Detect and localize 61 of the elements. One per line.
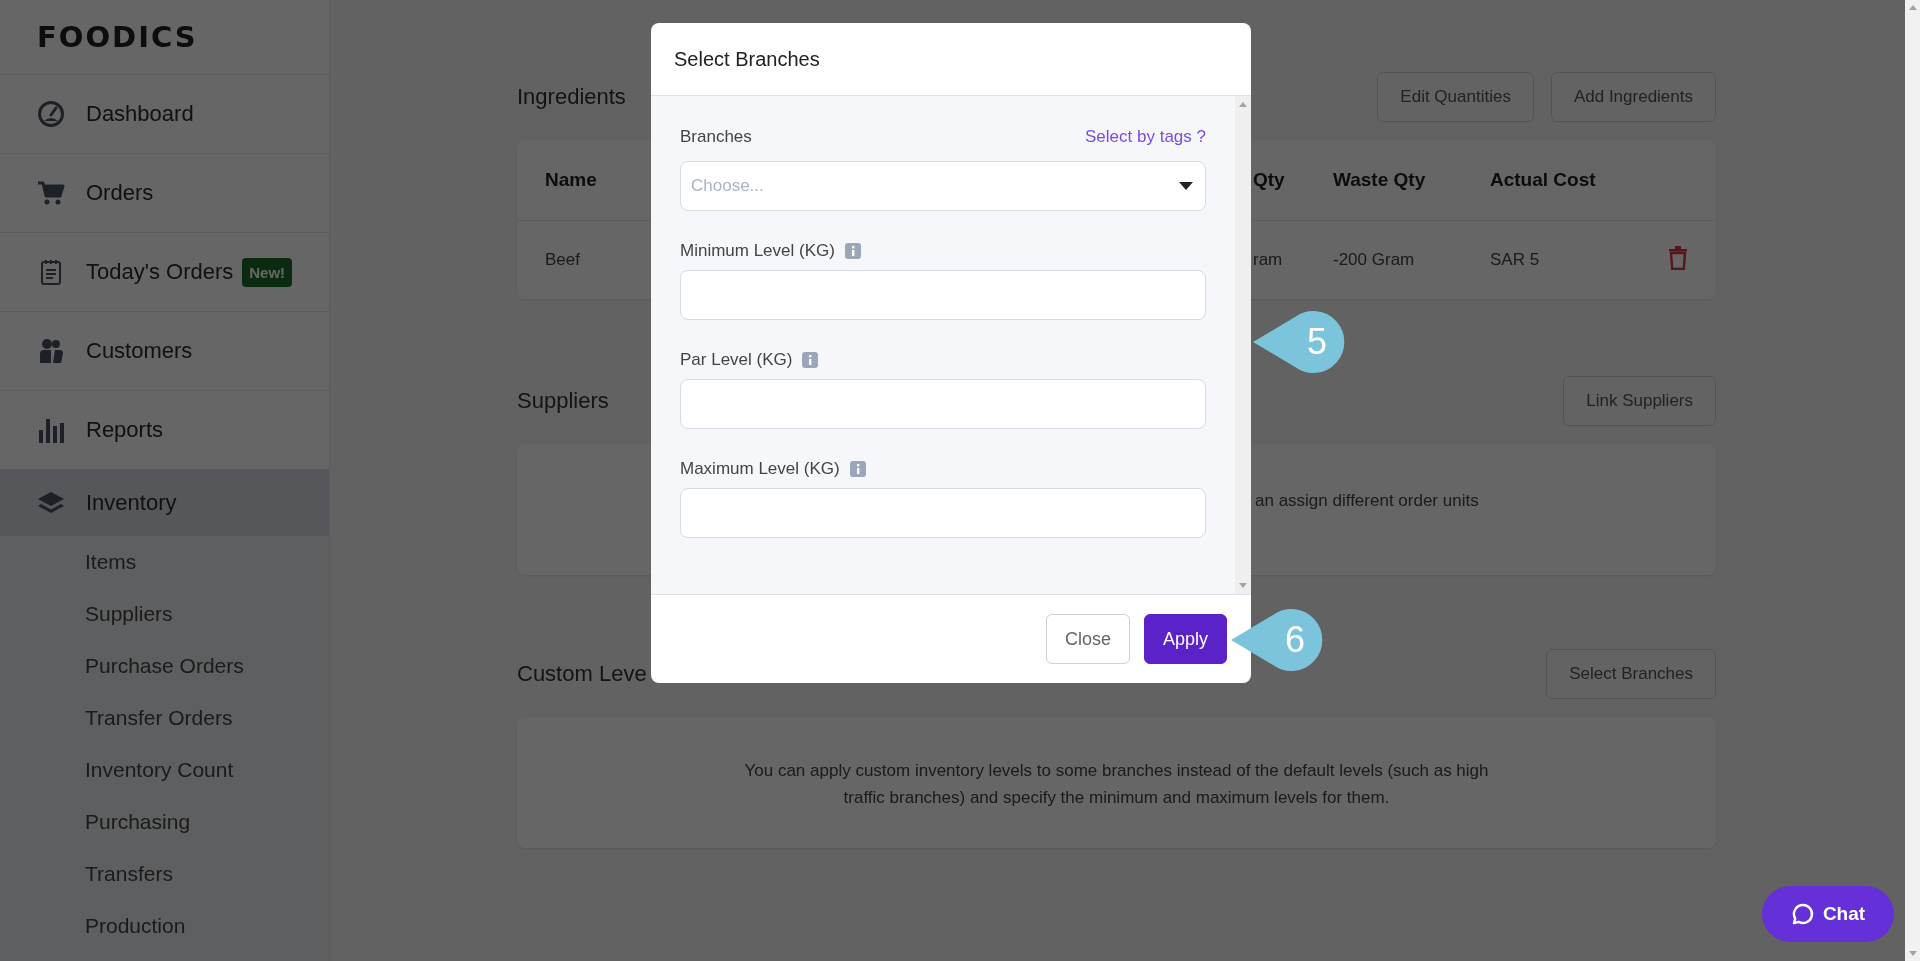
action-button[interactable]: Select Branches bbox=[1546, 649, 1716, 699]
field-label: Maximum Level (KG) bbox=[680, 459, 840, 479]
table-cell: Beef bbox=[545, 250, 580, 270]
field-label: Minimum Level (KG) bbox=[680, 241, 835, 261]
sidebar-subitem[interactable]: Production bbox=[0, 900, 329, 952]
gauge-icon bbox=[37, 100, 65, 128]
apply-button[interactable]: Apply bbox=[1143, 614, 1227, 664]
section-title: Custom Leve bbox=[517, 661, 647, 687]
logo: FOODICS bbox=[37, 20, 198, 54]
info-text: You can apply custom inventory levels to some branches instead of the default levels (such as high traffic branches) and specify the minimum and maximum levels for them. bbox=[743, 760, 1490, 809]
sidebar-item[interactable]: Customers bbox=[0, 312, 329, 391]
column-header: Actual Cost bbox=[1490, 169, 1596, 191]
sidebar-subitem[interactable]: Suppliers bbox=[0, 588, 329, 640]
action-button[interactable]: Add Ingredients bbox=[1550, 72, 1716, 122]
dialog-title: Select Branches bbox=[674, 47, 820, 71]
field-label: Branches bbox=[680, 127, 752, 147]
section-title: Ingredients bbox=[517, 84, 626, 110]
scroll-down-arrow-icon[interactable] bbox=[1239, 583, 1247, 588]
column-header: Waste Qty bbox=[1333, 169, 1426, 191]
sidebar-item[interactable]: Orders bbox=[0, 154, 329, 233]
sidebar-subitem[interactable]: Purchasing bbox=[0, 796, 329, 848]
chat-bubble-icon bbox=[1790, 902, 1815, 926]
input-field[interactable] bbox=[680, 488, 1206, 538]
scroll-down-arrow-icon[interactable] bbox=[1909, 951, 1917, 956]
select-by-tags-link[interactable]: Select by tags ? bbox=[1085, 127, 1206, 147]
table-cell: SAR 5 bbox=[1490, 250, 1540, 270]
scrollbar[interactable] bbox=[1235, 96, 1251, 594]
info-icon bbox=[802, 352, 819, 368]
info-icon bbox=[849, 461, 866, 477]
column-header: Name bbox=[545, 169, 597, 191]
sidebar-subitem[interactable]: Inventory Count bbox=[0, 744, 329, 796]
input-field[interactable] bbox=[680, 379, 1206, 429]
close-button[interactable]: Close bbox=[1045, 614, 1130, 664]
sidebar-subitem[interactable]: Purchase Orders bbox=[0, 640, 329, 692]
table-cell: -200 Gram bbox=[1333, 250, 1415, 270]
cart-icon bbox=[37, 179, 65, 207]
users-icon bbox=[37, 337, 65, 365]
sidebar-item[interactable]: Inventory bbox=[0, 470, 329, 536]
table-cell: ram bbox=[1253, 250, 1283, 270]
section-title: Suppliers bbox=[517, 388, 609, 414]
scroll-up-arrow-icon[interactable] bbox=[1239, 102, 1247, 107]
action-button[interactable]: Link Suppliers bbox=[1563, 376, 1716, 426]
info-text: an assign different order units bbox=[1255, 490, 1480, 512]
field-label: Par Level (KG) bbox=[680, 350, 793, 370]
column-header: Qty bbox=[1253, 169, 1285, 191]
sidebar-subitem[interactable]: Transfer Orders bbox=[0, 692, 329, 744]
bar-chart-icon bbox=[37, 416, 65, 444]
sidebar-item[interactable]: Today's Orders New! bbox=[0, 233, 329, 312]
scrollbar[interactable] bbox=[1905, 0, 1920, 961]
trash-icon[interactable] bbox=[1668, 245, 1688, 270]
chat-button[interactable]: Chat bbox=[1762, 886, 1894, 942]
caret-icon bbox=[1179, 182, 1193, 190]
action-button[interactable]: Edit Quantities bbox=[1377, 72, 1534, 122]
sidebar-subitem[interactable]: Items bbox=[0, 536, 329, 588]
new-badge: New! bbox=[242, 257, 293, 287]
scroll-up-arrow-icon[interactable] bbox=[1909, 5, 1917, 10]
sidebar-item[interactable]: Dashboard bbox=[0, 75, 329, 154]
branches-dropdown[interactable]: Choose... bbox=[680, 161, 1206, 211]
sidebar-subitem[interactable]: Transfers bbox=[0, 848, 329, 900]
info-icon bbox=[844, 243, 861, 259]
input-field[interactable] bbox=[680, 270, 1206, 320]
